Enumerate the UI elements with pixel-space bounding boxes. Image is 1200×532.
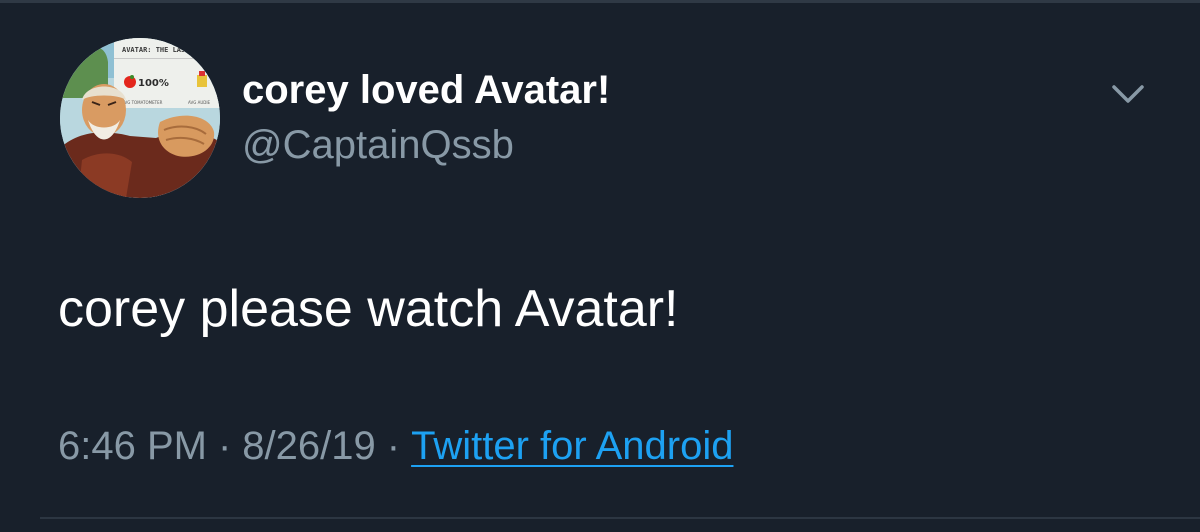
avatar-image: AVATAR: THE LAST 100% AVG TOMATOMETER AV… (60, 38, 220, 198)
avatar-score-label: AVG TOMATOMETER (122, 100, 163, 105)
avatar-score: 100% (138, 78, 169, 89)
avatar-banner-title: AVATAR: THE LAST (122, 46, 189, 54)
tweet-date[interactable]: 8/26/19 (242, 424, 375, 468)
author-display-name[interactable]: corey loved Avatar! (242, 62, 610, 118)
tweet-meta: 6:46 PM · 8/26/19 · Twitter for Android (58, 418, 733, 474)
top-divider (0, 0, 1200, 3)
avatar-audience-label: AVG AUDIE (188, 100, 211, 105)
chevron-down-icon[interactable] (1106, 72, 1150, 116)
tweet-text: corey please watch Avatar! (58, 280, 679, 338)
tweet-source-link[interactable]: Twitter for Android (411, 424, 733, 468)
tweet-time[interactable]: 6:46 PM (58, 424, 207, 468)
author-handle[interactable]: @CaptainQssb (242, 117, 514, 173)
meta-separator: · (386, 424, 401, 468)
meta-separator: · (217, 424, 232, 468)
avatar[interactable]: AVATAR: THE LAST 100% AVG TOMATOMETER AV… (60, 38, 220, 198)
bottom-divider (40, 517, 1200, 519)
